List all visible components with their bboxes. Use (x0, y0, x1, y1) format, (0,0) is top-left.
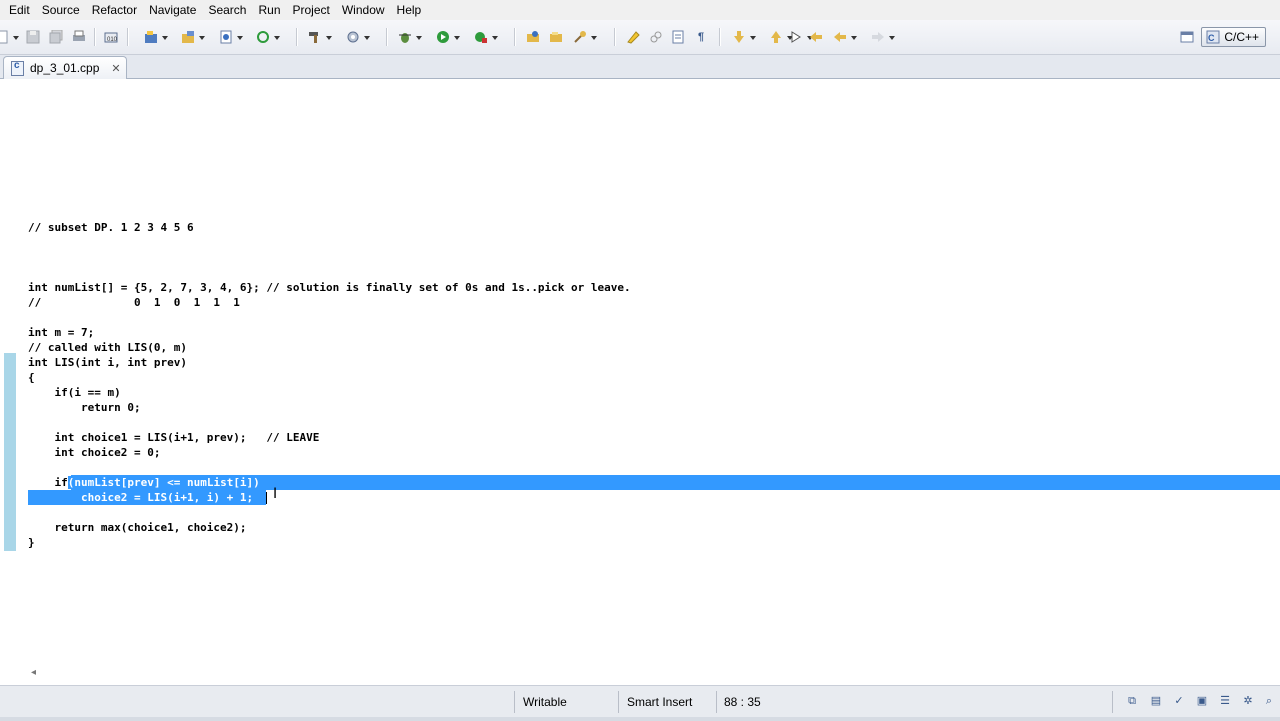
code-line: if(i == m) (28, 386, 121, 399)
code-line: { (28, 371, 35, 384)
code-line: int choice2 = 0; (28, 446, 161, 459)
debug-icon[interactable] (397, 29, 422, 45)
perspective-label: C/C++ (1224, 30, 1259, 44)
main-toolbar: 010 ¶ C C/C++ (0, 20, 1280, 55)
highlight-icon[interactable] (625, 29, 641, 45)
code-editor[interactable]: // subset DP. 1 2 3 4 5 6 int numList[] … (0, 79, 1280, 665)
close-icon[interactable]: ✕ (111, 62, 120, 75)
console-icon[interactable]: ▣ (1195, 695, 1209, 708)
outline-icon[interactable]: ✲ (1241, 695, 1255, 708)
code-line: int choice1 = LIS(i+1, prev); // LEAVE (28, 431, 320, 444)
menu-window[interactable]: Window (337, 0, 392, 20)
code-area[interactable]: // subset DP. 1 2 3 4 5 6 int numList[] … (28, 79, 1280, 665)
selected-text: choice2 = LIS(i+1, i) + 1; (28, 491, 254, 504)
new-class-icon[interactable] (218, 29, 243, 45)
properties-icon[interactable]: ☰ (1218, 695, 1232, 708)
menu-search[interactable]: Search (203, 0, 253, 20)
new-file-icon[interactable] (180, 29, 205, 45)
new-icon[interactable] (0, 29, 19, 45)
status-bar: Writable Smart Insert 88 : 35 ⧉ ▤ ✓ ▣ ☰ … (0, 685, 1280, 721)
code-line: // called with LIS(0, m) (28, 341, 187, 354)
svg-text:010: 010 (107, 37, 118, 43)
menu-run[interactable]: Run (253, 0, 287, 20)
run-icon[interactable] (435, 29, 460, 45)
cursor-position-status: 88 : 35 (724, 695, 761, 709)
taskbar-strip (0, 717, 1280, 721)
problems-icon[interactable]: ✓ (1172, 695, 1186, 708)
open-folder-icon[interactable] (525, 29, 541, 45)
perspective-cpp-button[interactable]: C C/C++ (1201, 27, 1266, 47)
writable-status: Writable (523, 695, 567, 709)
tasks-icon[interactable]: ▤ (1149, 695, 1163, 708)
code-line: return max(choice1, choice2); (28, 521, 247, 534)
code-line: return 0; (28, 401, 141, 414)
new-project-icon[interactable] (143, 29, 168, 45)
code-text: if (28, 476, 68, 489)
horizontal-scrollbar[interactable]: ◂ (0, 665, 1280, 682)
selected-text: (numList[prev] <= numList[i]) (67, 476, 260, 489)
tab-label: dp_3_01.cpp (30, 61, 100, 75)
svg-text:C: C (1208, 33, 1215, 43)
tab-dp-3-01-cpp[interactable]: dp_3_01.cpp ✕ (3, 56, 127, 79)
forward-icon[interactable] (870, 29, 895, 45)
settings-icon[interactable] (345, 29, 370, 45)
perspective-switcher: C C/C++ (1179, 27, 1266, 47)
back-icon[interactable] (832, 29, 857, 45)
build-hammer-icon[interactable] (307, 29, 332, 45)
save-icon[interactable] (25, 29, 41, 45)
code-line: // 0 1 0 1 1 1 (28, 296, 240, 309)
menu-source[interactable]: Source (37, 0, 87, 20)
editor-gutter (0, 79, 16, 665)
link-icon[interactable] (648, 29, 664, 45)
change-marker (4, 353, 16, 551)
last-edit-location-icon[interactable] (808, 29, 824, 45)
code-line: } (28, 536, 35, 549)
editor-tab-row: dp_3_01.cpp ✕ (0, 55, 1280, 79)
menu-bar: Edit Source Refactor Navigate Search Run… (0, 0, 1280, 20)
text-caret (266, 492, 267, 504)
open-perspective-icon[interactable] (1179, 29, 1195, 45)
menu-refactor[interactable]: Refactor (87, 0, 144, 20)
code-line: int m = 7; (28, 326, 95, 339)
menu-help[interactable]: Help (392, 0, 429, 20)
prev-annotation-icon[interactable] (768, 29, 793, 45)
cpp-perspective-icon: C (1206, 30, 1220, 44)
insert-mode-status: Smart Insert (627, 695, 693, 709)
menu-edit[interactable]: Edit (0, 0, 37, 20)
menu-navigate[interactable]: Navigate (144, 0, 203, 20)
restore-icon[interactable]: ⧉ (1125, 695, 1139, 708)
search-view-icon[interactable]: ⌕ (1262, 695, 1276, 708)
scroll-left-icon[interactable]: ◂ (31, 667, 36, 678)
refresh-icon[interactable] (255, 29, 280, 45)
code-line-selected: choice2 = LIS(i+1, i) + 1; (28, 490, 254, 505)
build-icon[interactable]: 010 (103, 29, 119, 45)
code-line: int numList[] = {5, 2, 7, 3, 4, 6}; // s… (28, 281, 631, 294)
paragraph-icon[interactable]: ¶ (693, 29, 709, 45)
code-line: int LIS(int i, int prev) (28, 356, 187, 369)
annotations-icon[interactable] (670, 29, 686, 45)
save-all-icon[interactable] (48, 29, 64, 45)
last-edit-icon[interactable] (788, 29, 813, 45)
menu-project[interactable]: Project (288, 0, 337, 20)
print-icon[interactable] (71, 29, 87, 45)
run-external-icon[interactable] (473, 29, 498, 45)
code-line: // subset DP. 1 2 3 4 5 6 (28, 221, 194, 234)
next-annotation-icon[interactable] (731, 29, 756, 45)
code-line-selected: if(numList[prev] <= numList[i]) (28, 475, 260, 490)
cpp-file-icon (11, 60, 24, 76)
search-icon[interactable] (572, 29, 597, 45)
ibeam-cursor-icon: I (273, 486, 278, 502)
open-file-icon[interactable] (548, 29, 564, 45)
